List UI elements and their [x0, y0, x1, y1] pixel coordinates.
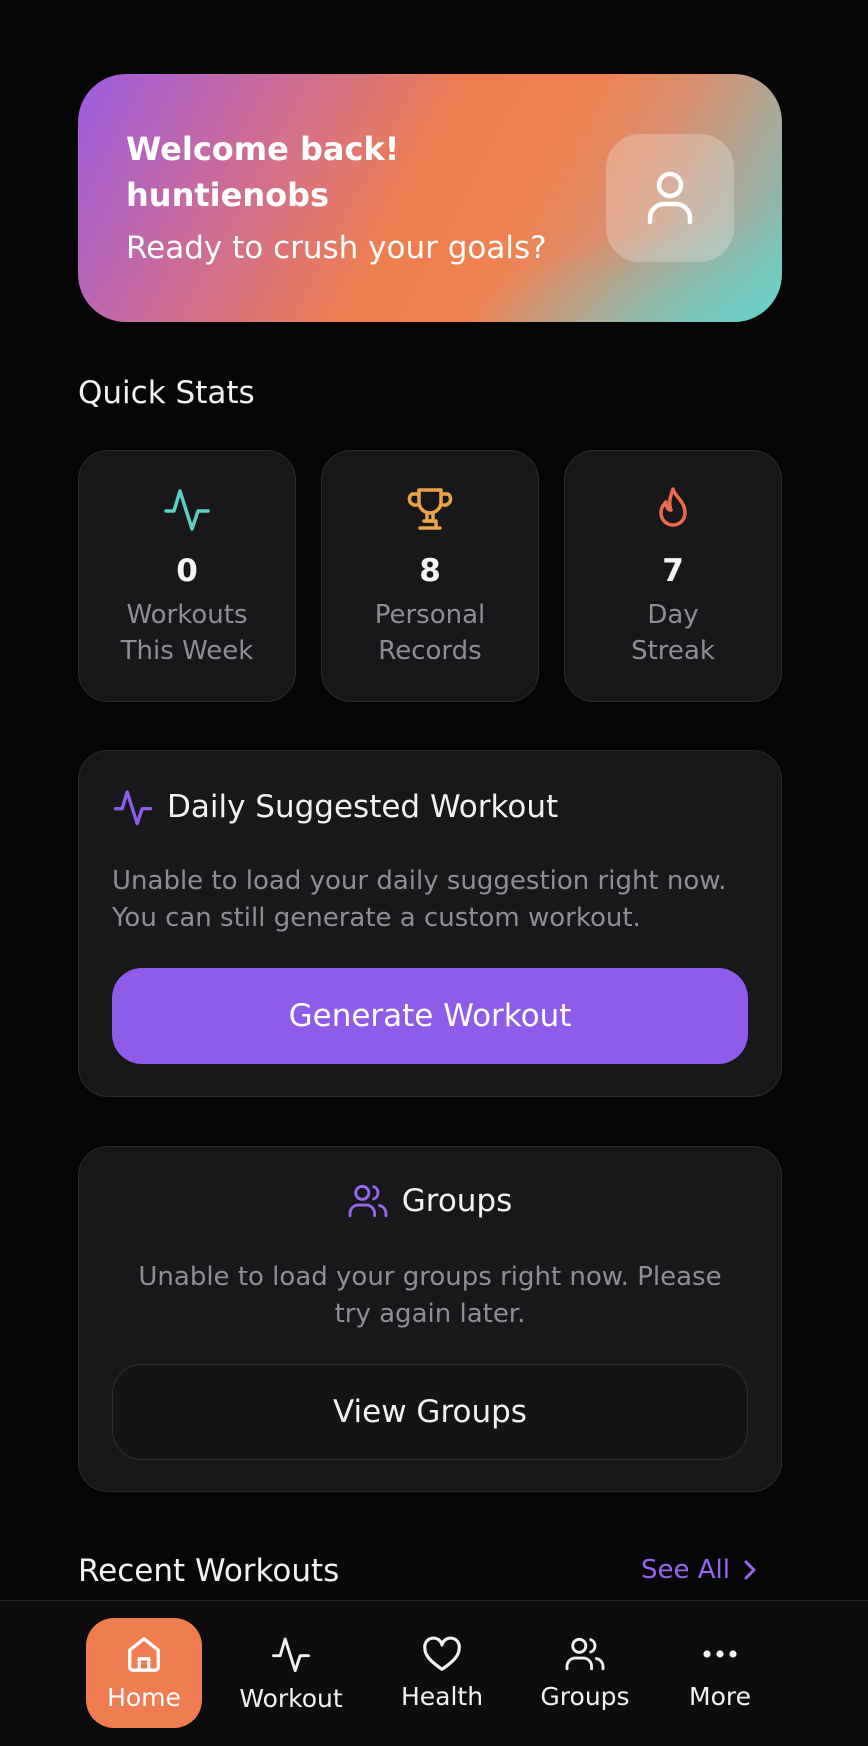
trophy-icon	[407, 488, 453, 530]
more-icon	[703, 1649, 737, 1658]
welcome-card: Welcome back! huntienobs Ready to crush …	[78, 74, 782, 322]
heart-icon	[423, 1636, 461, 1671]
stat-card-workouts[interactable]: 0 Workouts This Week	[78, 450, 296, 702]
welcome-subtitle: Ready to crush your goals?	[126, 230, 547, 266]
daily-workout-card: Daily Suggested Workout Unable to load y…	[78, 750, 782, 1097]
see-all-label: See All	[641, 1555, 730, 1585]
stat-label: Personal Records	[374, 600, 486, 666]
groups-title: Groups	[401, 1183, 513, 1219]
chevron-right-icon	[744, 1560, 756, 1580]
see-all-link[interactable]: See All	[641, 1555, 756, 1585]
nav-label: Workout	[239, 1683, 343, 1713]
stat-value: 8	[419, 553, 441, 589]
welcome-text: Welcome back! huntienobs Ready to crush …	[126, 126, 547, 268]
daily-workout-message: Unable to load your daily suggestion rig…	[112, 866, 727, 933]
view-groups-button[interactable]: View Groups	[112, 1364, 748, 1460]
stat-card-streak[interactable]: 7 Day Streak	[564, 450, 782, 702]
stat-label: Day Streak	[631, 600, 715, 666]
groups-card: Groups Unable to load your groups right …	[78, 1146, 782, 1492]
home-icon	[128, 1636, 160, 1672]
nav-label: Health	[400, 1681, 484, 1711]
nav-label: Groups	[540, 1681, 630, 1711]
user-icon	[647, 171, 693, 225]
groups-message: Unable to load your groups right now. Pl…	[138, 1262, 722, 1329]
welcome-title: Welcome back! huntienobs	[126, 130, 400, 214]
nav-item-home[interactable]: Home	[86, 1618, 202, 1728]
generate-workout-button[interactable]: Generate Workout	[112, 968, 748, 1064]
quick-stats-title: Quick Stats	[78, 375, 255, 411]
stat-card-records[interactable]: 8 Personal Records	[321, 450, 539, 702]
activity-icon	[113, 790, 153, 826]
users-icon	[565, 1637, 605, 1670]
flame-icon	[659, 487, 687, 527]
nav-item-more[interactable]: More	[676, 1618, 764, 1728]
daily-workout-title: Daily Suggested Workout	[167, 789, 559, 825]
recent-workouts-title: Recent Workouts	[78, 1553, 340, 1589]
stat-value: 7	[662, 553, 684, 589]
nav-label: More	[689, 1681, 751, 1711]
activity-icon	[272, 1637, 310, 1672]
nav-label: Home	[107, 1682, 181, 1712]
nav-item-health[interactable]: Health	[392, 1618, 492, 1728]
bottom-nav: Home Workout Health Groups More	[0, 1600, 868, 1746]
nav-item-workout[interactable]: Workout	[232, 1618, 350, 1728]
home-screen: Welcome back! huntienobs Ready to crush …	[0, 0, 868, 1746]
users-icon	[348, 1184, 388, 1218]
nav-item-groups[interactable]: Groups	[530, 1618, 640, 1728]
stat-label: Workouts This Week	[120, 600, 254, 666]
avatar[interactable]	[606, 134, 734, 262]
activity-icon	[164, 489, 210, 531]
stat-value: 0	[176, 553, 198, 589]
